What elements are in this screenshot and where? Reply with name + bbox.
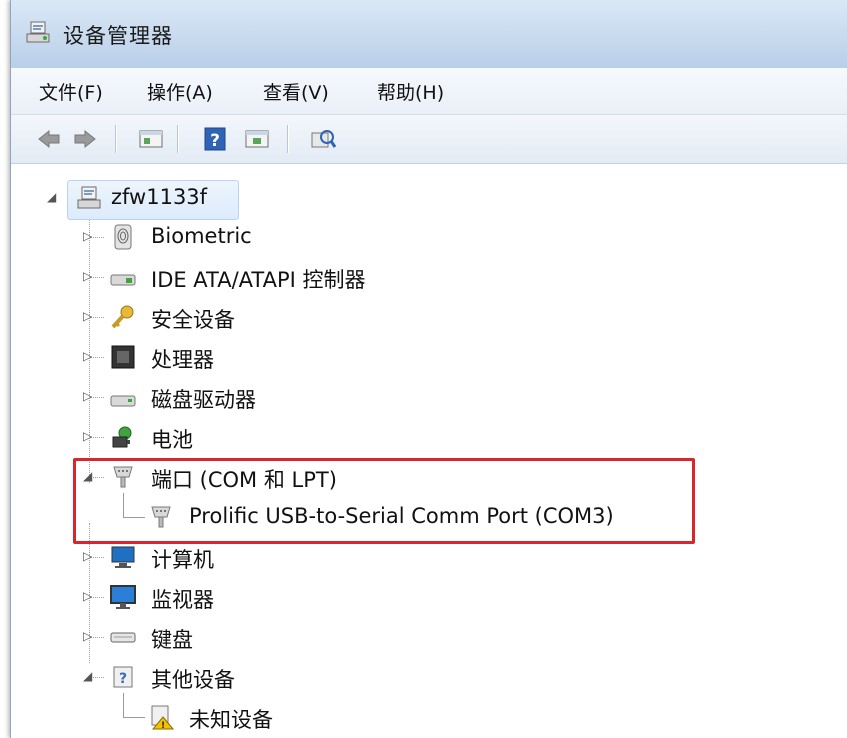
keyboard-icon [110, 632, 136, 643]
monitor-icon [110, 585, 136, 609]
tree-item-label[interactable]: 电池 [151, 424, 193, 454]
ide-controller-icon [110, 274, 136, 286]
fingerprint-icon [114, 224, 132, 250]
forward-arrow-icon[interactable] [71, 125, 99, 153]
menu-help[interactable]: 帮助(H) [377, 78, 444, 105]
svg-text:?: ? [210, 131, 220, 151]
highlight-box [73, 458, 695, 544]
tree-root-label[interactable]: zfw1133f [111, 185, 207, 209]
tree-item-label[interactable]: 磁盘驱动器 [151, 384, 256, 414]
device-manager-icon [26, 21, 50, 43]
expand-arrow-icon[interactable]: ▷ [83, 629, 92, 643]
expand-arrow-icon[interactable]: ▷ [83, 389, 92, 403]
toolbar-separator [177, 125, 178, 153]
svg-text:?: ? [119, 671, 127, 687]
device-tree: ◢ zfw1133f ▷ Biometric ▷ IDE ATA/ATAPI 控… [11, 163, 847, 738]
tree-item-label[interactable]: 安全设备 [151, 304, 235, 334]
help-icon[interactable]: ? [201, 125, 229, 153]
tree-item-label[interactable]: IDE ATA/ATAPI 控制器 [151, 264, 366, 294]
disk-drive-icon [110, 395, 136, 407]
expand-arrow-icon[interactable]: ▷ [83, 589, 92, 603]
toolbar-separator [115, 125, 116, 153]
processor-icon [111, 345, 135, 369]
key-icon [111, 305, 134, 329]
toolbar-separator [287, 125, 288, 153]
expand-arrow-icon[interactable]: ▷ [83, 549, 92, 563]
device-manager-window: 设备管理器 文件(F) 操作(A) 查看(V) 帮助(H) ? ◢ zfw113… [10, 0, 847, 738]
menu-file[interactable]: 文件(F) [39, 78, 103, 105]
tree-item-label[interactable]: Biometric [151, 224, 252, 248]
menu-bar: 文件(F) 操作(A) 查看(V) 帮助(H) [11, 68, 847, 115]
tree-item-label[interactable]: 处理器 [151, 344, 214, 374]
tree-child-line [123, 717, 145, 718]
menu-action[interactable]: 操作(A) [147, 78, 213, 105]
menu-view[interactable]: 查看(V) [263, 78, 329, 105]
update-driver-icon[interactable] [243, 125, 271, 153]
back-arrow-icon[interactable] [35, 125, 63, 153]
expand-arrow-icon[interactable]: ▷ [83, 429, 92, 443]
toolbar: ? [11, 115, 847, 164]
unknown-device-icon: ? [113, 666, 133, 688]
tree-item-label[interactable]: 其他设备 [151, 664, 235, 694]
tree-child-line [123, 693, 124, 717]
expand-arrow-icon[interactable]: ▷ [83, 309, 92, 323]
collapse-arrow-icon[interactable]: ◢ [83, 669, 92, 683]
svg-text:!: ! [161, 721, 165, 731]
title-bar: 设备管理器 [11, 0, 847, 69]
scan-hardware-icon[interactable] [309, 125, 337, 153]
window-title: 设备管理器 [63, 24, 173, 48]
computer-icon [111, 546, 135, 568]
expand-arrow-icon[interactable]: ▷ [83, 229, 92, 243]
tree-item-label[interactable]: 监视器 [151, 584, 214, 614]
tree-item-label[interactable]: 键盘 [151, 624, 193, 654]
computer-root-icon [77, 186, 101, 209]
unknown-device-warning-icon: ! [151, 705, 175, 731]
collapse-arrow-icon[interactable]: ◢ [47, 190, 56, 204]
tree-item-label[interactable]: 计算机 [151, 544, 214, 574]
expand-arrow-icon[interactable]: ▷ [83, 349, 92, 363]
properties-icon[interactable] [137, 125, 165, 153]
expand-arrow-icon[interactable]: ▷ [83, 269, 92, 283]
battery-icon [112, 426, 132, 448]
tree-child-label[interactable]: 未知设备 [189, 704, 273, 734]
